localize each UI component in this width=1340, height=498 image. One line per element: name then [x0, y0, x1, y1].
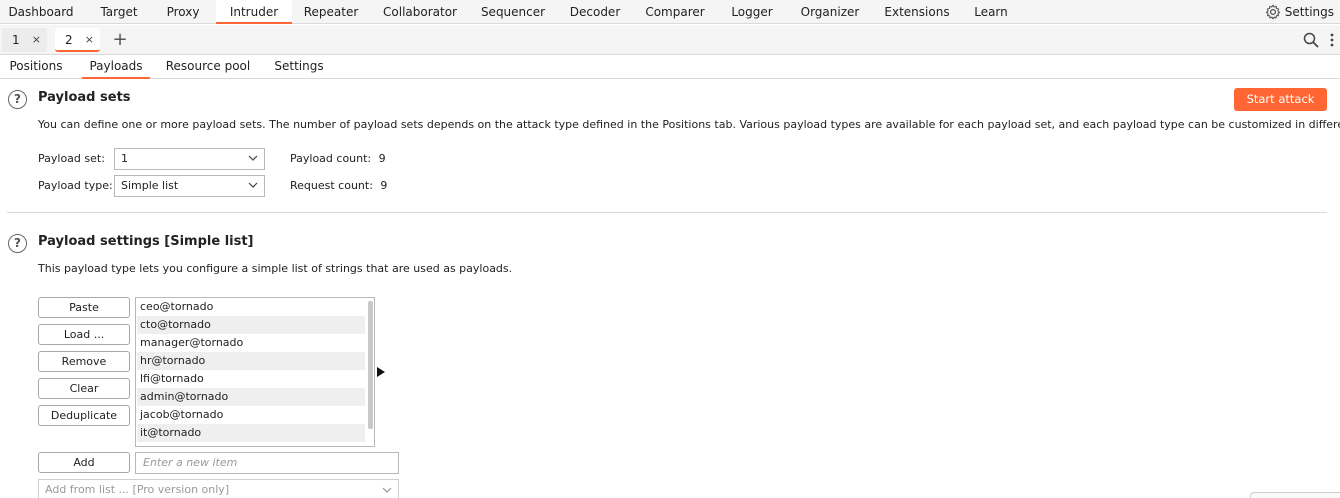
add-tab-icon[interactable]: +	[112, 28, 128, 52]
list-item[interactable]: manager@tornado	[137, 334, 365, 352]
list-item[interactable]: lfi@tornado	[137, 370, 365, 388]
list-scrollbar[interactable]	[368, 301, 373, 429]
list-item[interactable]: jacob@tornado	[137, 406, 365, 424]
payload-count-value: 9	[378, 152, 386, 165]
list-item[interactable]: it@tornado	[137, 424, 365, 442]
help-icon[interactable]: ?	[8, 90, 27, 109]
payload-type-value: Simple list	[121, 179, 179, 192]
payload-type-label: Payload type:	[38, 179, 113, 192]
add-from-list-label: Add from list ... [Pro version only]	[45, 483, 230, 496]
load-button[interactable]: Load ...	[38, 324, 130, 345]
list-item[interactable]: ceo@tornado	[137, 298, 365, 316]
section-divider	[7, 212, 1327, 213]
settings-label: Settings	[1284, 5, 1334, 19]
request-count-value: 9	[380, 179, 388, 192]
payload-set-select[interactable]: 1	[114, 148, 265, 170]
expand-arrow-icon[interactable]	[377, 367, 385, 377]
payload-sets-description: You can define one or more payload sets.…	[38, 118, 1340, 131]
nav-intruder[interactable]: Intruder	[216, 0, 292, 24]
tab-payloads[interactable]: Payloads	[82, 56, 150, 79]
nav-proxy[interactable]: Proxy	[156, 0, 210, 24]
add-from-list-select[interactable]: Add from list ... [Pro version only]	[38, 479, 399, 498]
nav-sequencer[interactable]: Sequencer	[478, 0, 548, 24]
payload-sets-title: Payload sets	[38, 90, 131, 105]
chevron-down-icon	[248, 182, 258, 188]
payload-settings-description: This payload type lets you configure a s…	[38, 262, 513, 275]
search-icon[interactable]	[1303, 32, 1319, 48]
paste-button[interactable]: Paste	[38, 297, 130, 318]
nav-logger[interactable]: Logger	[724, 0, 780, 24]
nav-target[interactable]: Target	[90, 0, 148, 24]
clear-button[interactable]: Clear	[38, 378, 130, 399]
payload-list[interactable]: ceo@tornado cto@tornado manager@tornado …	[135, 297, 375, 447]
intruder-tab-2[interactable]: 2 ×	[55, 28, 100, 52]
nav-collaborator[interactable]: Collaborator	[378, 0, 462, 24]
top-navigation-bar: Dashboard Target Proxy Intruder Repeater…	[0, 0, 1340, 24]
payload-count-text: Payload count:	[290, 152, 372, 165]
payload-set-label: Payload set:	[38, 152, 105, 165]
payload-set-value: 1	[121, 152, 128, 165]
close-icon[interactable]: ×	[85, 28, 94, 52]
intruder-tab-row: 1 × 2 × +	[0, 25, 1340, 55]
request-count-label: Request count: 9	[290, 179, 387, 192]
help-icon[interactable]: ?	[8, 234, 27, 253]
tab-settings[interactable]: Settings	[266, 56, 332, 79]
nav-organizer[interactable]: Organizer	[794, 0, 866, 24]
intruder-tab-1[interactable]: 1 ×	[2, 28, 47, 52]
nav-extensions[interactable]: Extensions	[880, 0, 954, 24]
nav-comparer[interactable]: Comparer	[640, 0, 710, 24]
tab-resource-pool[interactable]: Resource pool	[162, 56, 254, 79]
intruder-subtabs: Positions Payloads Resource pool Setting…	[0, 56, 1340, 79]
chevron-down-icon	[382, 487, 392, 493]
settings-button[interactable]: Settings	[1265, 0, 1334, 24]
list-item[interactable]: cto@tornado	[137, 316, 365, 334]
nav-learn[interactable]: Learn	[968, 0, 1014, 24]
add-button[interactable]: Add	[38, 452, 130, 473]
nav-dashboard[interactable]: Dashboard	[0, 0, 82, 24]
list-item[interactable]: hr@tornado	[137, 352, 365, 370]
gear-icon	[1265, 4, 1280, 20]
payload-settings-title: Payload settings [Simple list]	[38, 234, 254, 249]
close-icon[interactable]: ×	[32, 28, 41, 52]
payload-type-select[interactable]: Simple list	[114, 175, 265, 197]
deduplicate-button[interactable]: Deduplicate	[38, 405, 130, 426]
nav-repeater[interactable]: Repeater	[298, 0, 364, 24]
start-attack-button[interactable]: Start attack	[1234, 88, 1327, 111]
tab-label: 1	[12, 33, 20, 47]
tab-positions[interactable]: Positions	[2, 56, 70, 79]
tab-label: 2	[65, 33, 73, 47]
payload-count-label: Payload count: 9	[290, 152, 386, 165]
new-item-input[interactable]: Enter a new item	[135, 452, 399, 474]
request-count-text: Request count:	[290, 179, 373, 192]
list-item[interactable]: admin@tornado	[137, 388, 365, 406]
panel-corner	[1250, 492, 1340, 498]
nav-decoder[interactable]: Decoder	[564, 0, 626, 24]
more-options-icon[interactable]	[1328, 32, 1336, 48]
chevron-down-icon	[248, 155, 258, 161]
remove-button[interactable]: Remove	[38, 351, 130, 372]
